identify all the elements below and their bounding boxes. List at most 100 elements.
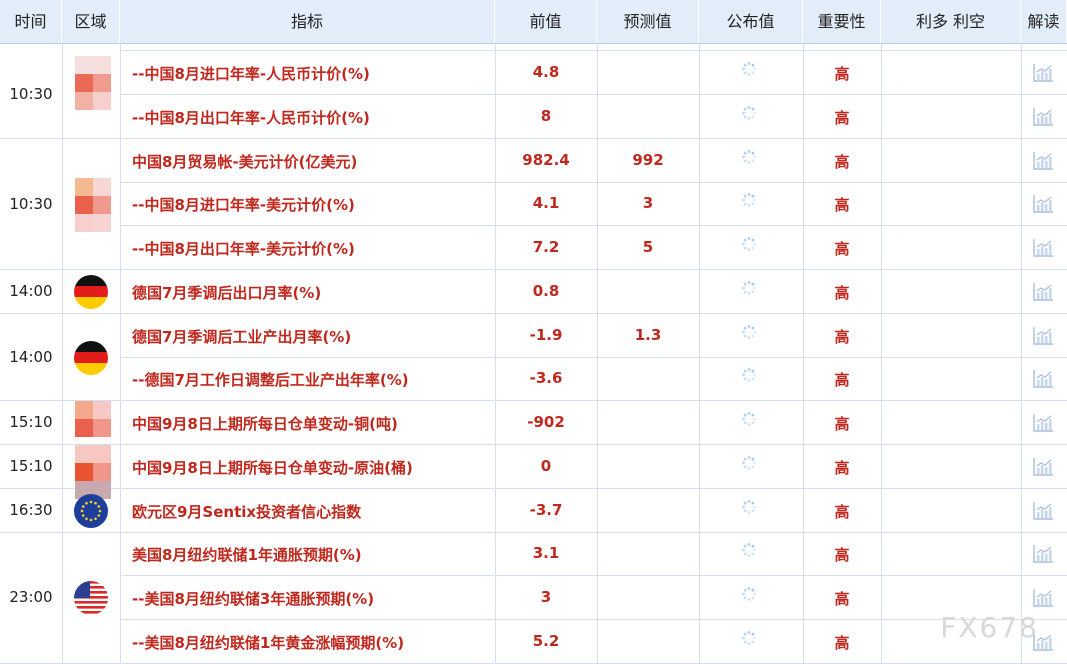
grid-hline	[0, 532, 1067, 533]
grid-vline	[62, 43, 63, 664]
importance-badge: 高	[834, 196, 850, 214]
event-time: 10:30	[9, 194, 53, 213]
grid-hline	[0, 488, 1067, 489]
loading-spinner-icon	[741, 149, 757, 165]
analysis-chart-icon[interactable]	[1032, 413, 1054, 433]
importance-badge: 高	[834, 240, 850, 258]
indicator-name[interactable]: --德国7月工作日调整后工业产出年率(%)	[132, 369, 409, 390]
indicator-name[interactable]: 美国8月纽约联储1年通胀预期(%)	[132, 544, 362, 565]
indicator-name[interactable]: 中国9月8日上期所每日仓单变动-原油(桶)	[132, 457, 413, 478]
importance-badge: 高	[834, 590, 850, 608]
table-header: 时间 区域 指标 前值 预测值 公布值 重要性 利多 利空 解读	[0, 0, 1067, 44]
forecast-value: 5	[642, 238, 654, 256]
importance-badge: 高	[834, 371, 850, 389]
previous-value: 4.1	[532, 194, 560, 212]
indicator-name[interactable]: 中国9月8日上期所每日仓单变动-铜(吨)	[132, 413, 398, 434]
grid-vline	[699, 43, 700, 664]
col-region: 区域	[62, 0, 120, 43]
grid-vline	[803, 43, 804, 664]
previous-value: -902	[527, 413, 565, 431]
analysis-chart-icon[interactable]	[1032, 457, 1054, 477]
col-bullbear: 利多 利空	[881, 0, 1021, 43]
loading-spinner-icon	[741, 542, 757, 558]
forecast-value: 3	[642, 194, 654, 212]
eu-flag-icon	[74, 494, 108, 528]
importance-badge: 高	[834, 415, 850, 433]
event-time: 16:30	[9, 501, 53, 519]
indicator-name[interactable]: --中国8月出口年率-人民币计价(%)	[132, 107, 370, 128]
event-time: 10:30	[9, 85, 53, 103]
forecast-value: 1.3	[634, 326, 662, 344]
col-previous: 前值	[495, 0, 597, 43]
event-time: 14:00	[9, 282, 53, 300]
loading-spinner-icon	[741, 280, 757, 296]
event-time: 15:10	[9, 413, 53, 431]
analysis-chart-icon[interactable]	[1032, 151, 1054, 171]
event-time: 14:00	[9, 347, 53, 366]
grid-vline	[597, 43, 598, 664]
grid-hline	[0, 400, 1067, 401]
germany-flag-icon	[74, 275, 108, 309]
indicator-name[interactable]: --中国8月进口年率-美元计价(%)	[132, 194, 355, 215]
importance-badge: 高	[834, 153, 850, 171]
previous-value: 8	[540, 107, 552, 125]
grid-vline	[1021, 43, 1022, 664]
grid-hline	[120, 619, 1067, 620]
previous-value: 7.2	[532, 238, 560, 256]
analysis-chart-icon[interactable]	[1032, 588, 1054, 608]
analysis-chart-icon[interactable]	[1032, 238, 1054, 258]
analysis-chart-icon[interactable]	[1032, 282, 1054, 302]
grid-vline	[881, 43, 882, 664]
loading-spinner-icon	[741, 105, 757, 121]
indicator-name[interactable]: 德国7月季调后工业产出月率(%)	[132, 326, 351, 347]
previous-value: 0	[540, 457, 552, 475]
col-forecast: 预测值	[597, 0, 699, 43]
importance-badge: 高	[834, 65, 850, 83]
grid-hline	[120, 575, 1067, 576]
forecast-value: 992	[632, 151, 664, 169]
indicator-name[interactable]: 中国8月贸易帐-美元计价(亿美元)	[132, 151, 357, 172]
loading-spinner-icon	[741, 367, 757, 383]
loading-spinner-icon	[741, 586, 757, 602]
analysis-chart-icon[interactable]	[1032, 326, 1054, 346]
importance-badge: 高	[834, 546, 850, 564]
grid-hline	[0, 444, 1067, 445]
china-region-icon	[75, 177, 111, 232]
loading-spinner-icon	[741, 411, 757, 427]
grid-hline	[120, 182, 1067, 183]
previous-value: 0.8	[532, 282, 560, 300]
analysis-chart-icon[interactable]	[1032, 544, 1054, 564]
col-time: 时间	[0, 0, 62, 43]
indicator-name[interactable]: 欧元区9月Sentix投资者信心指数	[132, 501, 361, 522]
col-importance: 重要性	[803, 0, 881, 43]
indicator-name[interactable]: --中国8月出口年率-美元计价(%)	[132, 238, 355, 259]
indicator-name[interactable]: --美国8月纽约联储3年通胀预期(%)	[132, 588, 374, 609]
previous-value: 3.1	[532, 544, 560, 562]
previous-value: -3.7	[529, 501, 563, 519]
analysis-chart-icon[interactable]	[1032, 194, 1054, 214]
analysis-chart-icon[interactable]	[1032, 107, 1054, 127]
analysis-chart-icon[interactable]	[1032, 63, 1054, 83]
grid-hline	[120, 94, 1067, 95]
importance-badge: 高	[834, 109, 850, 127]
loading-spinner-icon	[741, 499, 757, 515]
grid-hline	[0, 138, 1067, 139]
importance-badge: 高	[834, 634, 850, 652]
usa-flag-icon	[74, 581, 108, 615]
china-region-icon	[75, 445, 111, 499]
analysis-chart-icon[interactable]	[1032, 369, 1054, 389]
previous-value: -1.9	[529, 326, 563, 344]
importance-badge: 高	[834, 284, 850, 302]
indicator-name[interactable]: --美国8月纽约联储1年黄金涨幅预期(%)	[132, 632, 404, 653]
col-analysis: 解读	[1021, 0, 1067, 43]
previous-value: -3.6	[529, 369, 563, 387]
loading-spinner-icon	[741, 192, 757, 208]
analysis-chart-icon[interactable]	[1032, 501, 1054, 521]
importance-badge: 高	[834, 328, 850, 346]
indicator-name[interactable]: --中国8月进口年率-人民币计价(%)	[132, 63, 370, 84]
indicator-name[interactable]: 德国7月季调后出口月率(%)	[132, 282, 321, 303]
grid-vline	[120, 43, 121, 664]
loading-spinner-icon	[741, 236, 757, 252]
loading-spinner-icon	[741, 630, 757, 646]
col-actual: 公布值	[699, 0, 803, 43]
